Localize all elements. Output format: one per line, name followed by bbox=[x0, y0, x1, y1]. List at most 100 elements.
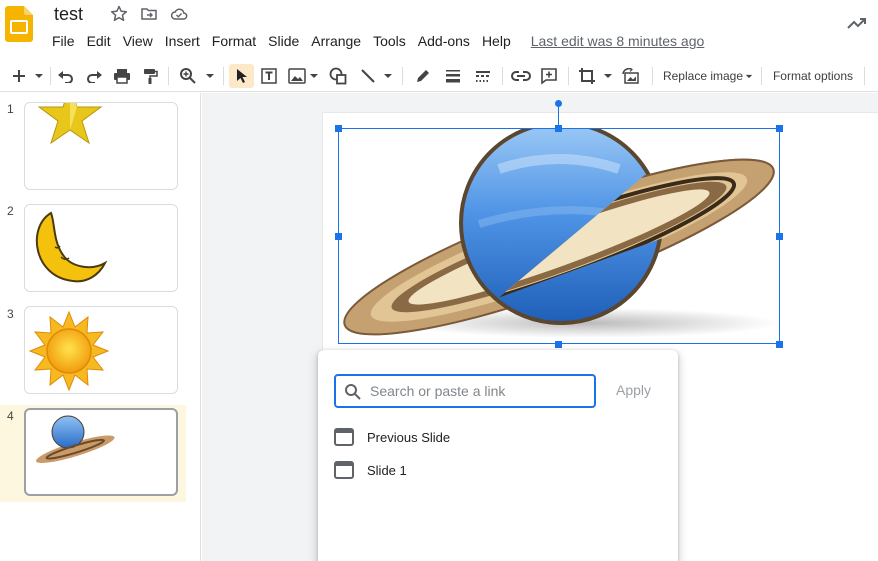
caret-down-icon bbox=[310, 74, 318, 78]
cloud-saved-icon[interactable] bbox=[169, 4, 189, 24]
slides-logo-icon[interactable] bbox=[5, 6, 33, 42]
replace-image-button[interactable]: Replace image bbox=[660, 64, 756, 88]
print-button[interactable] bbox=[111, 64, 133, 88]
toolbar-divider bbox=[568, 67, 569, 85]
text-box-icon bbox=[261, 68, 277, 84]
format-options-button[interactable]: Format options bbox=[767, 64, 859, 88]
sun-thumbnail-image bbox=[28, 310, 110, 392]
crop-icon bbox=[579, 68, 595, 84]
menubar: File Edit View Insert Format Slide Arran… bbox=[46, 30, 704, 52]
toolbar-divider bbox=[502, 67, 503, 85]
select-tool-button[interactable] bbox=[229, 64, 254, 88]
zoom-dropdown[interactable] bbox=[203, 64, 217, 88]
undo-button[interactable] bbox=[55, 64, 77, 88]
apply-button[interactable]: Apply bbox=[616, 382, 651, 398]
caret-down-icon bbox=[745, 74, 753, 78]
activity-trend-icon[interactable] bbox=[846, 12, 868, 34]
shape-icon bbox=[329, 67, 347, 85]
menu-add-ons[interactable]: Add-ons bbox=[412, 31, 476, 51]
menu-format[interactable]: Format bbox=[206, 31, 262, 51]
shape-button[interactable] bbox=[327, 64, 349, 88]
toolbar: Replace image Format options bbox=[0, 60, 878, 92]
print-icon bbox=[114, 69, 130, 84]
slide-thumbnail-4[interactable] bbox=[24, 408, 178, 496]
google-slides-app: test File Edit View Insert Format Slide … bbox=[0, 0, 878, 561]
resize-handle-right[interactable] bbox=[776, 233, 783, 240]
menu-file[interactable]: File bbox=[46, 31, 81, 51]
resize-handle-bottom[interactable] bbox=[555, 341, 562, 348]
format-options-label: Format options bbox=[772, 69, 854, 83]
last-edit-link[interactable]: Last edit was 8 minutes ago bbox=[531, 33, 705, 49]
pencil-icon bbox=[417, 70, 429, 82]
insert-link-popup: Apply Previous Slide Slide 1 bbox=[318, 350, 678, 561]
menu-insert[interactable]: Insert bbox=[159, 31, 206, 51]
menu-arrange[interactable]: Arrange bbox=[305, 31, 367, 51]
crop-image-button[interactable] bbox=[576, 64, 598, 88]
resize-handle-top-right[interactable] bbox=[776, 125, 783, 132]
menu-edit[interactable]: Edit bbox=[81, 31, 117, 51]
link-option-label: Previous Slide bbox=[367, 429, 451, 445]
link-icon bbox=[511, 71, 531, 81]
menu-view[interactable]: View bbox=[117, 31, 159, 51]
paint-roller-icon bbox=[144, 69, 158, 84]
menu-help[interactable]: Help bbox=[476, 31, 517, 51]
menu-slide[interactable]: Slide bbox=[262, 31, 305, 51]
doc-title[interactable]: test bbox=[54, 4, 83, 25]
resize-handle-bottom-right[interactable] bbox=[776, 341, 783, 348]
slide-thumbnail-3[interactable] bbox=[24, 306, 178, 394]
border-weight-button[interactable] bbox=[442, 64, 464, 88]
plus-icon bbox=[13, 70, 25, 82]
resize-handle-top[interactable] bbox=[555, 125, 562, 132]
insert-link-button[interactable] bbox=[509, 64, 533, 88]
rotation-stem bbox=[558, 105, 559, 127]
replace-image-label: Replace image bbox=[662, 69, 744, 83]
resize-handle-left[interactable] bbox=[335, 233, 342, 240]
slide-thumbnail-2[interactable] bbox=[24, 204, 178, 292]
line-button[interactable] bbox=[357, 64, 379, 88]
slide-thumbnail-1[interactable] bbox=[24, 102, 178, 190]
text-box-button[interactable] bbox=[258, 64, 280, 88]
move-to-folder-icon[interactable] bbox=[139, 4, 159, 24]
paint-format-button[interactable] bbox=[139, 64, 161, 88]
star-icon[interactable] bbox=[109, 4, 129, 24]
link-option-label: Slide 1 bbox=[367, 462, 407, 478]
slide-icon bbox=[334, 461, 354, 479]
resize-handle-top-left[interactable] bbox=[335, 125, 342, 132]
border-dash-button[interactable] bbox=[472, 64, 494, 88]
line-dropdown[interactable] bbox=[382, 64, 394, 88]
slide-number: 2 bbox=[7, 204, 14, 218]
star-thumbnail-image bbox=[37, 103, 103, 145]
toolbar-divider bbox=[402, 67, 403, 85]
cursor-arrow-icon bbox=[236, 69, 247, 83]
undo-icon bbox=[58, 71, 73, 83]
link-option-slide-1[interactable]: Slide 1 bbox=[334, 459, 407, 481]
menu-tools[interactable]: Tools bbox=[367, 31, 412, 51]
toolbar-divider bbox=[864, 67, 865, 85]
new-slide-layout-dropdown[interactable] bbox=[32, 64, 46, 88]
link-search-box bbox=[334, 374, 596, 408]
zoom-button[interactable] bbox=[177, 64, 199, 88]
planet-thumbnail-image bbox=[36, 415, 115, 463]
insert-image-button[interactable] bbox=[286, 64, 308, 88]
link-search-input[interactable] bbox=[370, 381, 590, 401]
link-option-previous-slide[interactable]: Previous Slide bbox=[334, 426, 450, 448]
caret-down-icon bbox=[206, 74, 214, 78]
crop-dropdown[interactable] bbox=[602, 64, 614, 88]
image-icon bbox=[288, 68, 306, 84]
line-icon bbox=[361, 69, 375, 83]
reset-image-button[interactable] bbox=[620, 64, 642, 88]
redo-button[interactable] bbox=[83, 64, 105, 88]
slide-number: 4 bbox=[7, 409, 14, 423]
border-color-button[interactable] bbox=[412, 64, 434, 88]
new-slide-button[interactable] bbox=[8, 64, 30, 88]
add-comment-button[interactable] bbox=[538, 64, 560, 88]
rotate-handle[interactable] bbox=[555, 100, 562, 107]
search-icon bbox=[345, 384, 361, 400]
image-selection-box bbox=[338, 128, 780, 344]
caret-down-icon bbox=[35, 74, 43, 78]
reset-image-icon bbox=[622, 68, 639, 84]
moon-thumbnail-image bbox=[35, 211, 108, 283]
border-dash-icon bbox=[476, 71, 490, 82]
insert-image-dropdown[interactable] bbox=[308, 64, 320, 88]
toolbar-divider bbox=[168, 67, 169, 85]
